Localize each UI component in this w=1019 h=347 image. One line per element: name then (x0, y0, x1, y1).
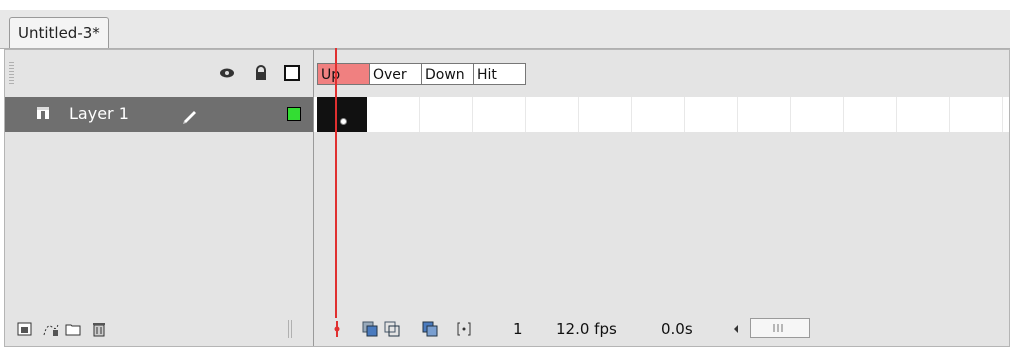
frame-cell[interactable] (526, 97, 579, 132)
timeline-panel: Up Over Down Hit Layer 1 1 12.0 fps 0.0s (4, 49, 1010, 347)
tab-strip-bar (0, 10, 1010, 49)
frame-cell[interactable] (791, 97, 844, 132)
motion-guide-icon[interactable] (43, 321, 59, 337)
frame-cell[interactable] (685, 97, 738, 132)
state-over[interactable]: Over (369, 63, 422, 85)
frame-header: Up Over Down Hit (314, 50, 1009, 97)
keyframe-dot (340, 118, 347, 125)
lock-icon[interactable] (253, 65, 269, 81)
state-hit[interactable]: Hit (473, 63, 526, 85)
frame-cell[interactable] (473, 97, 526, 132)
modify-onion-markers-icon[interactable] (456, 321, 472, 337)
layer-toolbar (5, 312, 313, 346)
edit-multiple-frames-icon[interactable] (422, 321, 438, 337)
folder-icon[interactable] (65, 321, 81, 337)
panel-grip-icon[interactable] (9, 62, 14, 84)
frame-cell[interactable] (632, 97, 685, 132)
trash-icon[interactable] (91, 321, 107, 337)
frame-cell[interactable] (844, 97, 897, 132)
onion-skin-outlines-icon[interactable] (384, 321, 400, 337)
keyframe[interactable] (317, 97, 367, 132)
layer-row[interactable]: Layer 1 (5, 97, 313, 132)
layer-page-icon (37, 107, 49, 119)
frame-cell[interactable] (579, 97, 632, 132)
frame-rate[interactable]: 12.0 fps (556, 319, 617, 339)
layer-list-empty-area (5, 132, 313, 312)
scroll-left-icon[interactable] (732, 321, 740, 337)
layer-name[interactable]: Layer 1 (69, 102, 129, 126)
pencil-icon (183, 111, 196, 124)
frame-cell[interactable] (897, 97, 950, 132)
onion-skin-icon[interactable] (362, 321, 378, 337)
center-frame-icon[interactable] (332, 321, 342, 337)
outline-icon[interactable] (284, 65, 300, 81)
eye-icon[interactable] (219, 65, 235, 81)
frame-cell[interactable] (367, 97, 420, 132)
frame-cell[interactable] (950, 97, 1003, 132)
elapsed-time: 0.0s (661, 320, 693, 338)
state-down[interactable]: Down (421, 63, 474, 85)
tab-strip: Untitled-3* (0, 0, 1019, 49)
playhead[interactable] (335, 48, 337, 318)
resize-grip-icon[interactable] (288, 320, 293, 338)
state-up[interactable]: Up (317, 63, 370, 85)
frame-cell[interactable] (738, 97, 791, 132)
scroll-grip-icon (773, 324, 783, 332)
document-tab[interactable]: Untitled-3* (9, 17, 109, 48)
frames-row[interactable] (314, 97, 1009, 133)
horizontal-scrollbar-thumb[interactable] (750, 318, 810, 338)
timeline-status-bar: 1 12.0 fps 0.0s (314, 312, 1009, 346)
current-frame: 1 (513, 320, 523, 338)
layer-outline-color-swatch[interactable] (287, 107, 301, 121)
frame-cell[interactable] (420, 97, 473, 132)
frames-empty-area (314, 132, 1009, 312)
new-layer-icon[interactable] (17, 321, 33, 337)
layer-header (5, 50, 313, 97)
